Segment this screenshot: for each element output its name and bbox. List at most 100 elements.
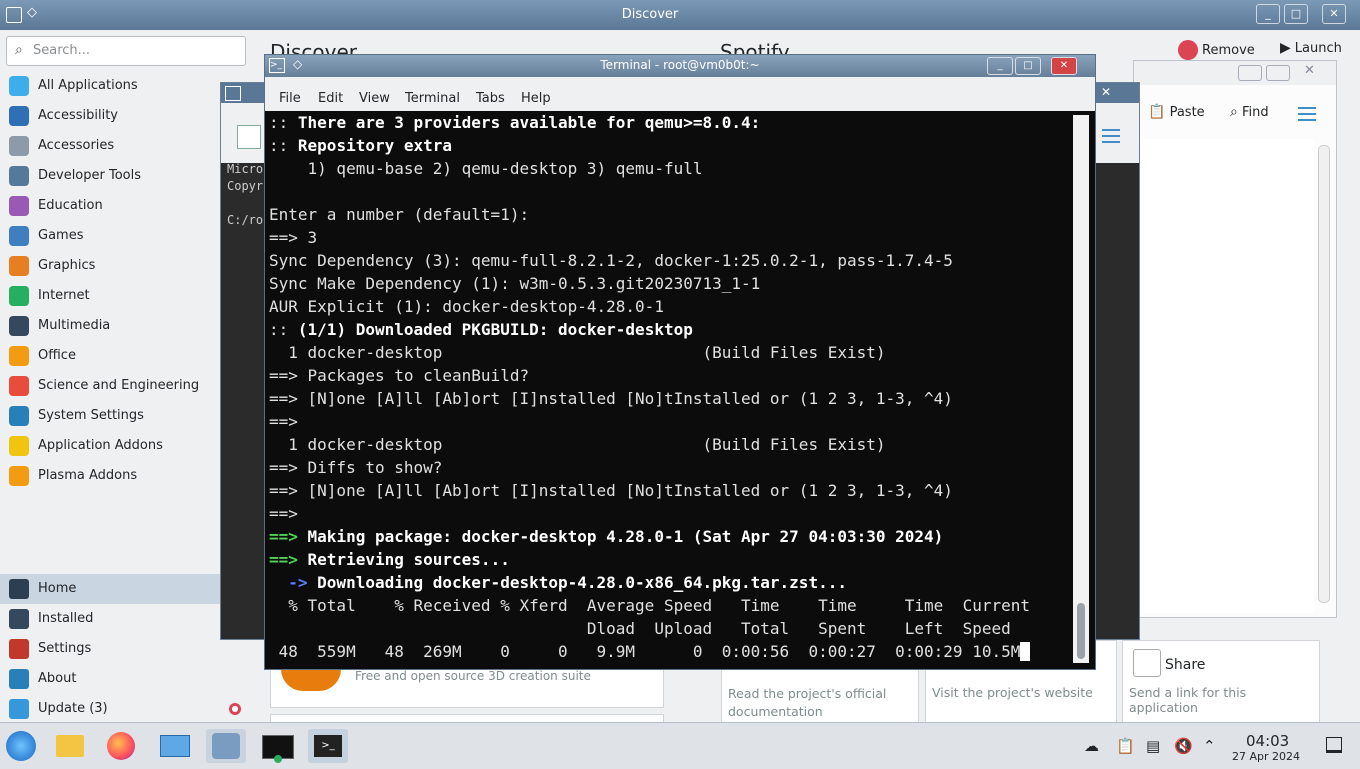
- start-menu-button[interactable]: [2, 729, 42, 763]
- clock-date[interactable]: 27 Apr 2024: [1232, 750, 1300, 763]
- new-tab-icon[interactable]: [237, 125, 261, 149]
- category-education[interactable]: Education: [6, 191, 246, 221]
- show-desktop-icon[interactable]: [1326, 737, 1342, 753]
- category-application-addons[interactable]: Application Addons: [6, 431, 246, 461]
- console-task-button[interactable]: [258, 729, 298, 763]
- menu-edit[interactable]: Edit: [318, 91, 343, 106]
- chevron-up-icon[interactable]: ⌃: [1203, 737, 1216, 755]
- close-icon[interactable]: ✕: [1101, 85, 1111, 99]
- category-all-applications[interactable]: All Applications: [6, 71, 246, 101]
- search-placeholder: Search...: [33, 43, 91, 58]
- terminal-titlebar[interactable]: >_ ◇ Terminal - root@vm0b0t:~ _ □ ✕: [265, 55, 1095, 77]
- discover-button[interactable]: [206, 729, 246, 763]
- application-addons-icon: [9, 436, 29, 456]
- hamburger-menu-icon[interactable]: [1100, 126, 1122, 146]
- category-science-and-engineering[interactable]: Science and Engineering: [6, 371, 246, 401]
- nav-home[interactable]: Home: [0, 574, 250, 604]
- search-input[interactable]: ⌕ Search...: [6, 36, 246, 66]
- nav-update-3[interactable]: Update (3): [0, 694, 250, 724]
- search-icon: ⌕: [15, 42, 23, 58]
- editor-scrollbar[interactable]: [1318, 145, 1330, 603]
- category-system-settings[interactable]: System Settings: [6, 401, 246, 431]
- remove-button[interactable]: Remove: [1178, 40, 1255, 60]
- discover-titlebar: ◇ Discover _ □ ✕: [0, 0, 1360, 30]
- file-manager-button[interactable]: [50, 729, 90, 763]
- category-label: Accessories: [38, 138, 115, 153]
- nav-about[interactable]: About: [0, 664, 250, 694]
- minimize-icon[interactable]: _: [1256, 4, 1280, 24]
- hamburger-menu-icon[interactable]: [1296, 104, 1318, 124]
- maximize-icon[interactable]: □: [1015, 57, 1041, 75]
- menu-view[interactable]: View: [359, 91, 390, 106]
- system-settings-icon: [9, 406, 29, 426]
- terminal-line: ==> 3: [269, 228, 318, 247]
- nav-settings[interactable]: Settings: [0, 634, 250, 664]
- close-icon[interactable]: ✕: [1304, 63, 1315, 78]
- category-developer-tools[interactable]: Developer Tools: [6, 161, 246, 191]
- terminal-scrollbar[interactable]: [1073, 115, 1089, 663]
- science-icon: [9, 376, 29, 396]
- home-icon: [9, 579, 29, 599]
- games-icon: [9, 226, 29, 246]
- category-multimedia[interactable]: Multimedia: [6, 311, 246, 341]
- category-office[interactable]: Office: [6, 341, 246, 371]
- category-internet[interactable]: Internet: [6, 281, 246, 311]
- category-accessories[interactable]: Accessories: [6, 131, 246, 161]
- terminal-line: Dload Upload Total Spent Left Speed: [269, 619, 1011, 638]
- cloud-upload-icon[interactable]: ☁: [1084, 737, 1099, 755]
- maximize-icon[interactable]: □: [1284, 4, 1308, 24]
- running-indicator-icon: [274, 755, 282, 763]
- terminal-line: % Total % Received % Xferd Average Speed…: [269, 596, 1030, 615]
- update-badge-icon: ●: [229, 703, 241, 715]
- all-applications-icon: [9, 76, 29, 96]
- terminal-task-icon: >_: [314, 735, 342, 757]
- firefox-button[interactable]: [102, 729, 142, 763]
- notes-icon[interactable]: ▤: [1146, 737, 1160, 755]
- maximize-icon[interactable]: [1266, 65, 1290, 81]
- remove-label: Remove: [1202, 42, 1255, 58]
- close-icon[interactable]: ✕: [1051, 57, 1077, 75]
- terminal-output[interactable]: :: There are 3 providers available for q…: [269, 113, 1069, 665]
- clock-time[interactable]: 04:03: [1246, 732, 1289, 750]
- paste-icon: 📋: [1148, 104, 1166, 120]
- volume-muted-icon[interactable]: 🔇: [1174, 737, 1193, 755]
- launch-label: Launch: [1294, 40, 1342, 56]
- menu-help[interactable]: Help: [521, 91, 551, 106]
- share-card[interactable]: Share Send a link for this application: [1122, 640, 1320, 724]
- minimize-icon[interactable]: _: [987, 57, 1013, 75]
- terminal-menubar: File Edit View Terminal Tabs Help: [265, 77, 1095, 111]
- terminal-line: 48 559M 48 269M 0 0 9.9M 0 0:00:56 0:00:…: [269, 642, 1030, 661]
- system-monitor-button[interactable]: [154, 729, 194, 763]
- category-label: Developer Tools: [38, 168, 142, 183]
- menu-tabs[interactable]: Tabs: [476, 91, 505, 106]
- terminal-task-button[interactable]: >_: [308, 729, 348, 763]
- nav-label: About: [38, 671, 77, 686]
- category-label: Education: [38, 198, 103, 213]
- paste-button[interactable]: 📋 Paste: [1148, 104, 1205, 120]
- paste-label: Paste: [1169, 105, 1205, 120]
- category-plasma-addons[interactable]: Plasma Addons: [6, 461, 246, 491]
- terminal-line: :: There are 3 providers available for q…: [269, 113, 761, 132]
- terminal-title: Terminal - root@vm0b0t:~: [600, 58, 760, 72]
- close-icon[interactable]: ✕: [1322, 4, 1346, 24]
- category-games[interactable]: Games: [6, 221, 246, 251]
- terminal-line: -> Downloading docker-desktop-4.28.0-x86…: [288, 573, 847, 592]
- nav-installed[interactable]: Installed: [0, 604, 250, 634]
- nav-label: Update (3): [38, 701, 108, 716]
- menu-file[interactable]: File: [279, 91, 301, 106]
- share-icon: [1133, 649, 1161, 677]
- clipboard-icon[interactable]: 📋: [1116, 737, 1135, 755]
- terminal-scrollbar-thumb[interactable]: [1077, 603, 1085, 659]
- developer-tools-icon: [9, 166, 29, 186]
- find-button[interactable]: ⌕ Find: [1230, 104, 1269, 120]
- accessibility-icon: [9, 106, 29, 126]
- blender-description: Free and open source 3D creation suite: [355, 669, 591, 683]
- minimize-icon[interactable]: [1238, 65, 1262, 81]
- menu-terminal[interactable]: Terminal: [405, 91, 460, 106]
- launch-icon: ▶: [1280, 40, 1291, 56]
- category-graphics[interactable]: Graphics: [6, 251, 246, 281]
- category-accessibility[interactable]: Accessibility: [6, 101, 246, 131]
- launch-button[interactable]: ▶ Launch: [1280, 40, 1342, 56]
- editor-titlebar: ✕: [1134, 61, 1336, 85]
- nav-label: Home: [38, 581, 77, 596]
